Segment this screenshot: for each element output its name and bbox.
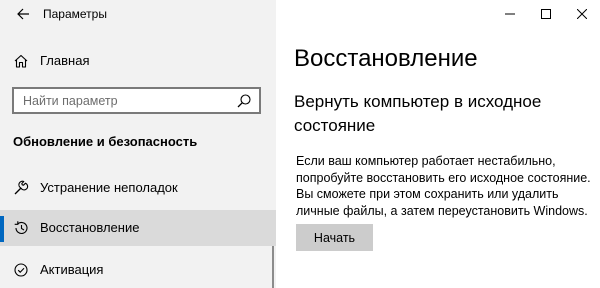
start-button[interactable]: Начать	[296, 224, 373, 251]
window-controls	[492, 0, 600, 28]
close-icon	[577, 9, 587, 19]
sidebar-item-activation[interactable]: Активация	[0, 252, 276, 288]
sidebar-item-label: Устранение неполадок	[40, 180, 178, 195]
reset-description: Если ваш компьютер работает нестабильно,…	[296, 154, 591, 218]
app-title: Параметры	[43, 7, 107, 21]
search-icon	[237, 94, 251, 108]
selection-indicator	[0, 216, 4, 242]
maximize-icon	[541, 9, 551, 19]
sidebar-item-label: Главная	[40, 53, 90, 68]
reset-heading: Вернуть компьютер в исходное состояние	[294, 92, 542, 135]
page-title: Восстановление	[294, 45, 478, 72]
sidebar-item-troubleshoot[interactable]: Устранение неполадок	[0, 170, 276, 206]
back-arrow-icon	[17, 8, 29, 20]
search-input[interactable]: Найти параметр	[12, 87, 261, 114]
section-title: Обновление и безопасность	[13, 134, 198, 149]
settings-window: Параметры Главная Найти параметр Обновле…	[0, 0, 600, 288]
sidebar-item-home[interactable]: Главная	[0, 48, 276, 74]
maximize-button[interactable]	[528, 0, 564, 28]
close-button[interactable]	[564, 0, 600, 28]
sidebar-item-label: Активация	[40, 262, 104, 277]
home-icon	[14, 54, 28, 68]
check-circle-icon	[14, 263, 28, 277]
back-button[interactable]	[12, 3, 34, 25]
search-placeholder: Найти параметр	[23, 94, 118, 108]
sidebar-item-recovery[interactable]: Восстановление	[0, 210, 276, 246]
wrench-icon	[14, 180, 29, 195]
sidebar: Параметры Главная Найти параметр Обновле…	[0, 0, 276, 288]
minimize-button[interactable]	[492, 0, 528, 28]
sidebar-item-label: Восстановление	[40, 220, 140, 235]
scrollbar[interactable]	[272, 246, 274, 288]
minimize-icon	[505, 13, 515, 15]
history-icon	[14, 221, 28, 234]
